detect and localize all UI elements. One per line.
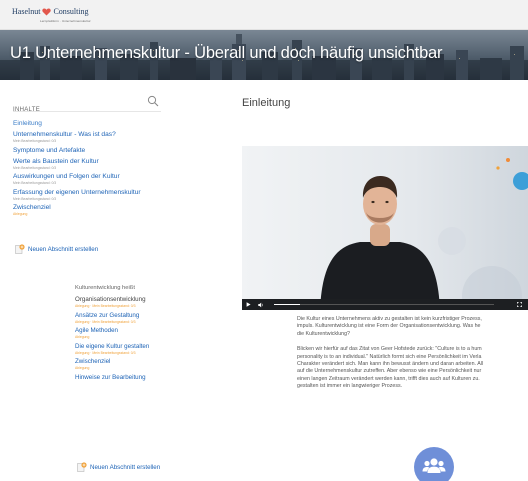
nav-item-title: Erfassung der eigenen Unternehmenskultur: [13, 188, 141, 196]
fullscreen-icon[interactable]: [517, 302, 522, 307]
nav-item-progress: Ablegung · Mein Bearbeitungsstand: 0/3: [75, 304, 136, 308]
group-badge: [414, 447, 454, 481]
nav-item-einleitung[interactable]: Einleitung: [13, 120, 223, 128]
video-frame: [242, 146, 528, 310]
video-progress-bar[interactable]: [274, 304, 494, 305]
sidebar-header: INHALTE: [13, 95, 161, 113]
video-player[interactable]: [242, 146, 528, 310]
sidebar-heading: INHALTE: [13, 107, 40, 113]
nav-item-zwischenziel-2[interactable]: Zwischenziel Ablegung: [75, 358, 225, 371]
nav-item-progress: Mein Bearbeitungsstand: 0/3: [13, 181, 57, 186]
video-controls: [242, 299, 528, 310]
volume-icon[interactable]: [258, 302, 264, 308]
intro-text: Die Kultur eines Unternehmens aktiv zu g…: [297, 316, 528, 391]
nav-item-zwischenziel[interactable]: Zwischenziel Ablegung: [13, 204, 223, 217]
nav-item-title: Hinweise zur Bearbeitung: [75, 373, 146, 381]
nav-item-ansaetze[interactable]: Ansätze zur Gestaltung Ablegung · Mein B…: [75, 312, 225, 325]
nav-item-progress: Ablegung · Mein Bearbeitungsstand: 0/3: [75, 350, 136, 355]
text-line: Charakter verändert sich. Man kann ihn b…: [297, 361, 484, 368]
nav-item-title: Auswirkungen und Folgen der Kultur: [13, 173, 120, 181]
nav-item-title: Zwischenziel: [75, 358, 111, 366]
text-line: Blicken wir hierfür auf das Zitat von Ge…: [297, 346, 482, 353]
content-list: Einleitung Unternehmenskultur - Was ist …: [13, 120, 223, 220]
course-banner: U1 Unternehmenskultur - Überall und doch…: [0, 30, 528, 80]
brand-name-2: Consulting: [53, 7, 89, 16]
add-section-icon: [77, 462, 87, 472]
text-line: gestalten ist immer ein langwieriger Pro…: [297, 383, 403, 390]
nav-item-symptome[interactable]: Symptome und Artefakte: [13, 147, 223, 155]
nav-item-status: Ablegung: [75, 366, 90, 371]
course-title: U1 Unternehmenskultur - Überall und doch…: [10, 44, 443, 62]
new-section-button-2[interactable]: Neuen Abschnitt erstellen: [77, 462, 160, 472]
add-section-icon: [15, 244, 25, 254]
video-progress-fill: [274, 304, 301, 305]
top-bar: Haselnut Consulting Lernplattform · Unte…: [0, 0, 528, 30]
text-line: impuls. Kulturentwicklung ist eine Form …: [297, 323, 481, 330]
heart-icon: [42, 7, 52, 16]
nav-item-agile-methoden[interactable]: Agile Methoden Ablegung: [75, 327, 225, 340]
nav-item-progress: Mein Bearbeitungsstand: 0/3: [13, 196, 57, 201]
new-section-button[interactable]: Neuen Abschnitt erstellen: [15, 244, 98, 254]
text-line: auf die Unternehmenskultur zutreffen. Ab…: [297, 368, 482, 375]
nav-item-progress: Mein Bearbeitungsstand: 0/3: [13, 139, 57, 143]
nav-item-title: Agile Methoden: [75, 327, 118, 335]
play-icon[interactable]: [246, 302, 251, 307]
sidebar: INHALTE Einleitung Unternehmenskultur - …: [0, 80, 232, 481]
text-line: die Kulturentwicklung?: [297, 330, 350, 337]
nav-item-eigene-kultur[interactable]: Die eigene Kultur gestalten Ablegung · M…: [75, 343, 225, 356]
text-line: einen langen Zeitraum verändert werden k…: [297, 375, 480, 382]
nav-item-was-ist-das[interactable]: Unternehmenskultur - Was ist das? Mein B…: [13, 131, 223, 144]
nav-item-progress: Mein Bearbeitungsstand: 0/3: [13, 165, 57, 170]
section-intro: Kulturentwicklung heißt: [75, 285, 135, 291]
nav-item-erfassung[interactable]: Erfassung der eigenen Unternehmenskultur…: [13, 189, 223, 202]
brand-name: Haselnut: [12, 7, 41, 16]
nav-item-title: Die eigene Kultur gestalten: [75, 342, 150, 350]
brand-logo[interactable]: Haselnut Consulting: [12, 7, 89, 16]
nav-item-auswirkungen[interactable]: Auswirkungen und Folgen der Kultur Mein …: [13, 173, 223, 186]
nav-item-title: Unternehmenskultur - Was ist das?: [13, 131, 116, 138]
nav-item-organisationsentwicklung[interactable]: Organisationsentwicklung Ablegung · Mein…: [75, 296, 225, 309]
nav-item-title: Einleitung: [13, 120, 42, 127]
nav-item-status: Ablegung: [75, 335, 90, 340]
text-line: personality is to an individual." Natürl…: [297, 353, 482, 360]
nav-item-title: Symptome und Artefakte: [13, 146, 86, 154]
search-icon[interactable]: [147, 95, 159, 107]
brand-tagline: Lernplattform · Unternehmenskultur: [40, 19, 91, 23]
nav-item-title: Werte als Baustein der Kultur: [13, 157, 99, 165]
nav-item-title: Organisationsentwicklung: [75, 296, 146, 303]
new-section-label: Neuen Abschnitt erstellen: [28, 245, 99, 253]
nav-item-werte[interactable]: Werte als Baustein der Kultur Mein Bearb…: [13, 158, 223, 171]
nav-item-title: Ansätze zur Gestaltung: [75, 311, 140, 319]
new-section-label: Neuen Abschnitt erstellen: [90, 463, 161, 471]
nav-item-progress: Ablegung · Mein Bearbeitungsstand: 0/3: [75, 319, 136, 324]
group-icon: [422, 458, 446, 473]
page-title: Einleitung: [242, 97, 291, 109]
nav-item-title: Zwischenziel: [13, 204, 51, 212]
nav-item-status: Ablegung: [13, 212, 28, 217]
nav-item-hinweise[interactable]: Hinweise zur Bearbeitung: [75, 374, 225, 382]
text-line: Die Kultur eines Unternehmens aktiv zu g…: [297, 316, 482, 322]
content-list-2: Kulturentwicklung heißt Organisationsent…: [75, 284, 225, 385]
